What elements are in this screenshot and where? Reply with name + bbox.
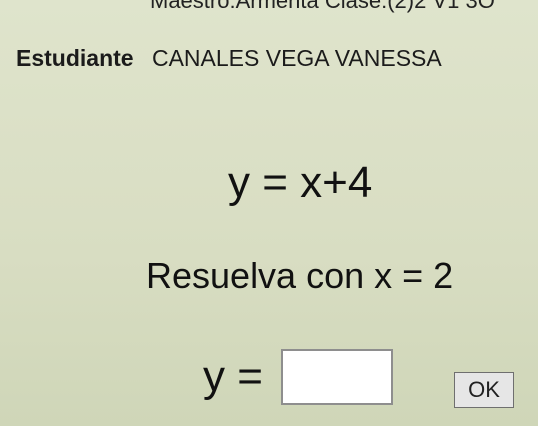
- instruction-text: Resuelva con x = 2: [146, 255, 454, 296]
- answer-input[interactable]: [280, 349, 393, 405]
- answer-label: y =: [203, 352, 263, 401]
- equation: y = x+4: [228, 158, 373, 207]
- student-name: CANALES VEGA VANESSA: [151, 45, 442, 71]
- header-info: Maestro:Armenta Clase:(2)2 V1 3O: [150, 0, 495, 13]
- exercise-screen: Maestro:Armenta Clase:(2)2 V1 3O Estudia…: [0, 0, 538, 426]
- student-label: Estudiante: [16, 45, 134, 71]
- student-row: Estudiante CANALES VEGA VANESSA: [16, 45, 442, 72]
- ok-button[interactable]: OK: [454, 372, 514, 408]
- answer-row: y =: [203, 347, 393, 407]
